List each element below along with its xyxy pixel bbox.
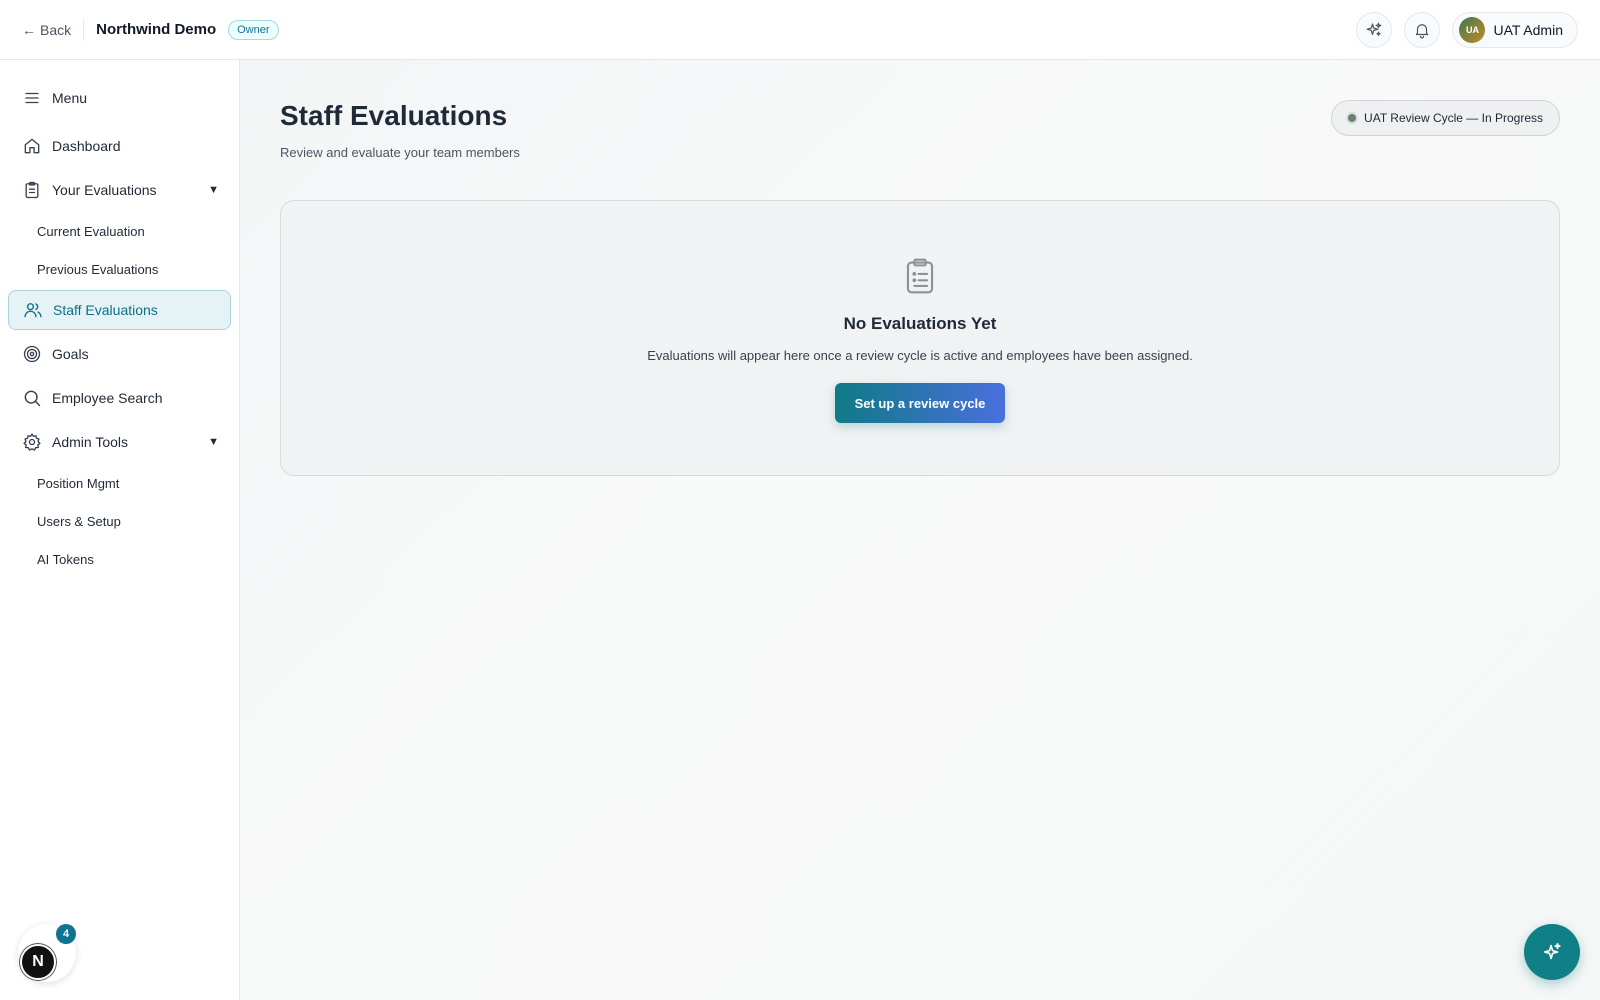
sidebar-item-label: Your Evaluations [52, 182, 157, 198]
caret-down-icon: ▼ [208, 436, 219, 448]
sidebar-item-admin-tools[interactable]: Admin Tools ▼ [8, 422, 231, 462]
role-badge: Owner [228, 19, 279, 40]
main-content: Staff Evaluations Review and evaluate yo… [240, 60, 1600, 1000]
caret-down-icon: ▼ [208, 184, 219, 196]
search-icon [22, 388, 42, 408]
topbar-actions: UA UAT Admin [1356, 11, 1578, 48]
notifications-button[interactable] [1404, 11, 1441, 48]
back-button[interactable]: ← Back [22, 18, 85, 41]
users-icon [23, 300, 43, 320]
clipboard-icon [22, 180, 42, 200]
org-name: Northwind Demo [96, 21, 217, 38]
dev-tools-logo: N [20, 944, 56, 980]
avatar: UA [1459, 16, 1486, 43]
status-dot-icon [1348, 114, 1357, 122]
sidebar-item-label: Dashboard [52, 138, 121, 154]
sidebar-item-label: Goals [52, 346, 89, 362]
sidebar-item-current-evaluation[interactable]: Current Evaluation [8, 214, 231, 248]
setup-review-cycle-button[interactable]: Set up a review cycle [834, 383, 1006, 423]
empty-state-title: No Evaluations Yet [843, 314, 997, 333]
page-subtitle: Review and evaluate your team members [280, 145, 520, 160]
ai-assistant-button[interactable] [1356, 11, 1393, 48]
user-name: UAT Admin [1493, 21, 1563, 38]
review-cycle-status[interactable]: UAT Review Cycle — In Progress [1331, 100, 1560, 136]
empty-state-card: No Evaluations Yet Evaluations will appe… [280, 200, 1560, 476]
menu-icon [22, 88, 42, 108]
user-menu[interactable]: UA UAT Admin [1452, 11, 1578, 48]
top-bar: ← Back Northwind Demo Owner UA UAT Admin [0, 0, 1600, 60]
sidebar-item-label: Employee Search [52, 390, 163, 406]
sidebar-item-position-mgmt[interactable]: Position Mgmt [8, 466, 231, 500]
issue-count-badge: 4 [56, 924, 76, 944]
page-title: Staff Evaluations [280, 100, 508, 131]
empty-state-description: Evaluations will appear here once a revi… [647, 348, 1193, 363]
ai-chat-fab[interactable] [1524, 924, 1580, 980]
clipboard-list-icon [903, 257, 937, 300]
sidebar-item-label: Admin Tools [52, 434, 129, 450]
sparkles-icon [1367, 22, 1382, 36]
sidebar-item-label: Staff Evaluations [53, 302, 158, 318]
sidebar-item-staff-evaluations[interactable]: Staff Evaluations [8, 290, 231, 330]
home-icon [22, 136, 42, 156]
sidebar: Menu Dashboard Your Evaluations ▼ Curren… [0, 60, 240, 1000]
review-cycle-label: UAT Review Cycle — In Progress [1364, 111, 1543, 125]
sidebar-item-ai-tokens[interactable]: AI Tokens [8, 542, 231, 576]
sidebar-item-previous-evaluations[interactable]: Previous Evaluations [8, 252, 231, 286]
dev-tools-widget[interactable]: N 4 [18, 924, 76, 982]
gear-icon [22, 432, 42, 452]
back-label: Back [40, 21, 72, 38]
menu-label: Menu [52, 90, 88, 106]
arrow-left-icon: ← [22, 21, 36, 38]
menu-toggle[interactable]: Menu [8, 78, 231, 118]
sidebar-item-goals[interactable]: Goals [8, 334, 231, 374]
sidebar-item-your-evaluations[interactable]: Your Evaluations ▼ [8, 170, 231, 210]
sidebar-item-users-setup[interactable]: Users & Setup [8, 504, 231, 538]
bell-icon [1416, 23, 1429, 38]
sparkle-icon [1543, 942, 1561, 960]
target-icon [22, 344, 42, 364]
sidebar-item-employee-search[interactable]: Employee Search [8, 378, 231, 418]
sidebar-item-dashboard[interactable]: Dashboard [8, 126, 231, 166]
